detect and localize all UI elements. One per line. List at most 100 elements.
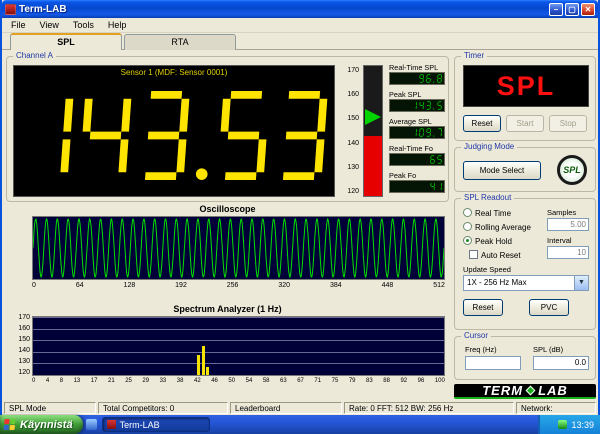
spec-x-tick: 67	[297, 378, 304, 384]
meter-tick: 160	[347, 91, 359, 99]
readout-value	[389, 126, 445, 139]
spl-level-meter	[363, 65, 383, 197]
samples-field[interactable]: 5.00	[547, 218, 589, 231]
menubar: File View Tools Help	[2, 18, 598, 33]
spl-badge-icon[interactable]: SPL	[557, 155, 587, 185]
spec-x-tick: 17	[90, 378, 98, 384]
timer-reset-button[interactable]: Reset	[463, 115, 501, 132]
spec-x-tick: 4	[45, 378, 50, 384]
task-label: Term-LAB	[119, 419, 160, 430]
spl-readout-reset-button[interactable]: Reset	[463, 299, 503, 316]
spec-x-tick: 75	[331, 378, 339, 384]
cursor-spl-field[interactable]: 0.0	[533, 356, 589, 370]
update-speed-dropdown[interactable]: 1X - 256 Hz Max ▼	[463, 275, 589, 291]
channel-a-caption: Channel A	[13, 51, 56, 60]
readout-value	[389, 153, 445, 166]
clock[interactable]: 13:39	[571, 420, 594, 430]
osc-tick: 192	[175, 282, 187, 289]
oscilloscope-screen	[32, 216, 445, 280]
radio-label: Real Time	[475, 209, 512, 218]
judging-mode-group: Judging Mode Mode Select SPL	[454, 142, 596, 192]
tab-rta[interactable]: RTA	[124, 34, 236, 50]
spectrum-screen[interactable]	[32, 316, 445, 376]
cursor-group: Cursor Freq (Hz) SPL (dB) 0.0	[454, 331, 596, 380]
mode-select-button[interactable]: Mode Select	[463, 161, 541, 180]
readout-real-time-spl: Real-Time SPL	[389, 63, 445, 85]
radio-icon-selected	[463, 236, 472, 245]
meter-fill	[364, 136, 382, 196]
osc-tick: 256	[226, 282, 239, 289]
spec-x-tick: 63	[280, 378, 287, 384]
maximize-button[interactable]: ▢	[565, 2, 579, 16]
timer-start-button[interactable]: Start	[506, 115, 544, 132]
osc-tick: 128	[123, 282, 136, 289]
statusbar: SPL Mode Total Competitors: 0 Leaderboard R…	[2, 401, 598, 415]
checkbox-icon	[469, 250, 478, 259]
close-button[interactable]: ✕	[581, 2, 595, 16]
minimize-button[interactable]: –	[549, 2, 563, 16]
taskbar-task-term-lab[interactable]: Term-LAB	[101, 417, 210, 432]
meter-peak-marker	[365, 108, 381, 125]
spec-y-tick: 150	[18, 336, 30, 343]
tab-spl[interactable]: SPL	[10, 33, 122, 50]
window-title: Term-LAB	[19, 3, 67, 15]
term-lab-window: Term-LAB – ▢ ✕ File View Tools Help SPL RTA…	[0, 0, 600, 415]
menu-help[interactable]: Help	[101, 20, 134, 30]
readout-peak-spl: Peak SPL	[389, 90, 445, 112]
radio-peak-hold[interactable]: Peak Hold	[463, 236, 512, 246]
spec-x-tick: 92	[400, 378, 408, 384]
readout-peak-fo: Peak Fo	[389, 171, 445, 193]
timer-stop-button[interactable]: Stop	[549, 115, 587, 132]
update-speed-value: 1X - 256 Hz Max	[467, 278, 527, 287]
spectrum-x-axis: 0 4 8 13 17 21 25 29 33 38 42 46 50 54 58 63 67 71 75 79 83 8…	[32, 378, 445, 384]
status-segment-2: Leaderboard	[230, 402, 342, 414]
cursor-caption: Cursor	[461, 331, 492, 340]
meter-tick: 120	[347, 187, 359, 195]
status-segment-0: SPL Mode	[4, 402, 96, 414]
interval-field[interactable]: 10	[547, 246, 589, 259]
logo-diamond-icon	[525, 385, 536, 396]
windows-logo-icon	[3, 418, 16, 431]
main-spl-display: Sensor 1 (MDF: Sensor 0001)	[13, 65, 335, 197]
quick-launch-icon[interactable]	[85, 419, 97, 430]
cursor-freq-label: Freq (Hz)	[465, 345, 497, 354]
spl-readout-caption: SPL Readout	[461, 193, 515, 202]
radio-label: Peak Hold	[475, 237, 512, 246]
osc-tick: 320	[278, 282, 291, 289]
radio-real-time[interactable]: Real Time	[463, 208, 511, 218]
readout-label: Average SPL	[389, 117, 432, 126]
radio-label: Rolling Average	[475, 223, 531, 232]
spec-x-tick: 71	[314, 378, 322, 384]
meter-tick: 170	[347, 67, 359, 74]
menu-file[interactable]: File	[4, 20, 33, 30]
menu-tools[interactable]: Tools	[66, 20, 101, 30]
status-segment-4: Network:	[516, 402, 596, 414]
readout-label: Peak SPL	[389, 90, 422, 99]
spec-x-tick: 21	[107, 378, 115, 384]
tray-icon[interactable]	[558, 420, 568, 429]
osc-tick: 384	[329, 282, 342, 289]
spec-x-tick: 88	[383, 378, 390, 384]
system-tray: 13:39	[538, 415, 600, 434]
status-segment-3: Rate: 0 FFT: 512 BW: 256 Hz	[344, 402, 514, 414]
spec-y-tick: 140	[18, 347, 30, 354]
oscilloscope-title: Oscilloscope	[199, 204, 256, 214]
menu-view[interactable]: View	[33, 20, 66, 30]
pvc-button[interactable]: PVC	[529, 299, 569, 316]
spec-x-tick: 54	[245, 378, 253, 384]
cursor-freq-field[interactable]	[465, 356, 521, 370]
readout-value	[389, 180, 445, 193]
main-content: Channel A Sensor 1 (MDF: Sensor 0001) 17…	[2, 50, 598, 401]
chevron-down-icon[interactable]: ▼	[574, 276, 588, 290]
timer-group: Timer SPL Reset Start Stop	[454, 51, 596, 141]
auto-reset-checkbox[interactable]: Auto Reset	[469, 250, 521, 260]
start-button[interactable]: Käynnistä	[0, 415, 83, 434]
meter-tick: 130	[347, 163, 359, 171]
app-icon	[5, 3, 16, 15]
timer-mode-text: SPL	[496, 70, 556, 101]
osc-tick: 64	[75, 282, 84, 289]
interval-label: Interval	[547, 236, 572, 245]
radio-rolling-average[interactable]: Rolling Average	[463, 222, 531, 232]
spec-x-tick: 29	[142, 378, 150, 384]
oscilloscope-x-axis: 0 64 128 192 256 320 384 448 512	[32, 282, 445, 289]
